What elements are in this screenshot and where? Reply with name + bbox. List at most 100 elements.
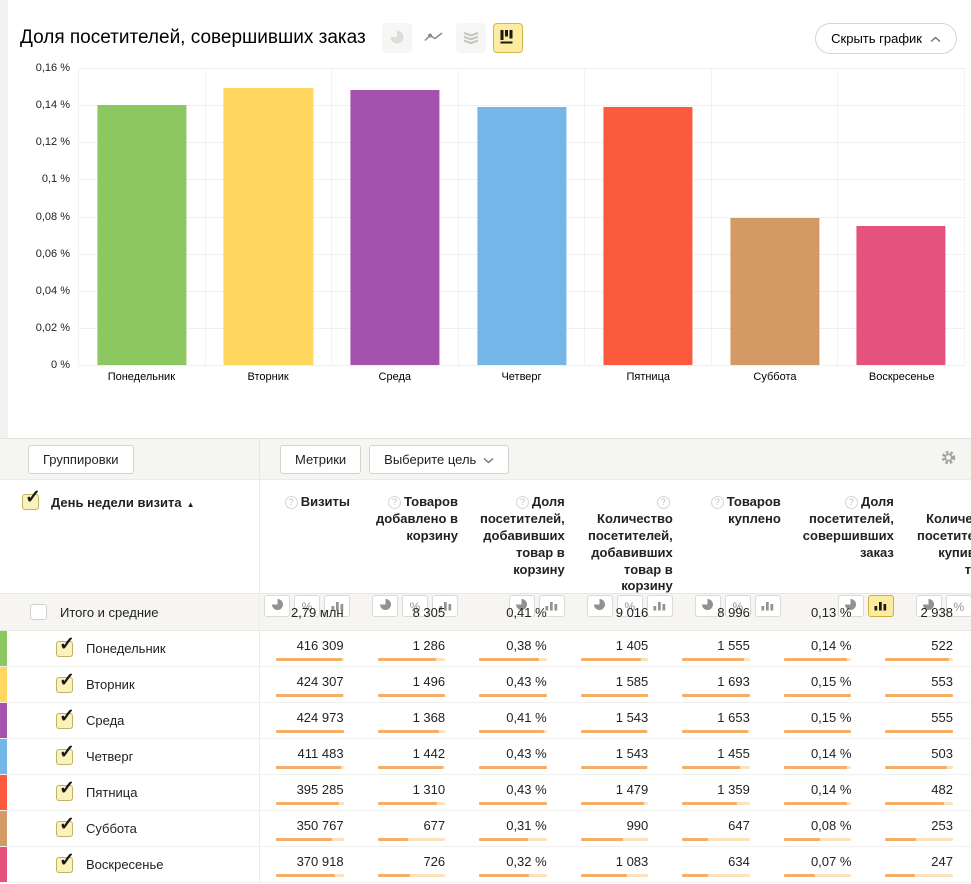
value-meter [784, 766, 852, 769]
value-meter [581, 874, 649, 877]
settings-button[interactable] [940, 449, 957, 469]
metric-value-cell: 253 [869, 811, 971, 846]
value-meter [378, 694, 446, 697]
value-meter [581, 802, 649, 805]
row-checkbox[interactable] [56, 641, 73, 657]
metric-value: 522 [931, 638, 953, 653]
row-label[interactable]: Вторник [86, 677, 135, 692]
row-checkbox[interactable] [56, 677, 73, 693]
chart-bar-7[interactable] [857, 226, 946, 365]
metric-label[interactable]: ?Доля посетителей, совершивших заказ [803, 494, 894, 562]
metric-label[interactable]: ?Количество посетителей, купивших товар [916, 494, 971, 578]
metric-value-cell: 482 [869, 775, 971, 810]
metric-label[interactable]: ?Товаров добавлено в корзину [372, 494, 458, 545]
chart-slot [205, 68, 332, 365]
metric-value: 0,31 % [506, 818, 546, 833]
row-label[interactable]: Среда [86, 713, 124, 728]
row-label-cell: Среда [0, 703, 260, 738]
line-chart-button[interactable] [419, 23, 449, 53]
chart-bar-4[interactable] [477, 107, 566, 365]
chart-bar-3[interactable] [350, 90, 439, 365]
chart-bar-5[interactable] [604, 107, 693, 365]
metric-value: 416 309 [297, 638, 344, 653]
table-toolbar: Группировки Метрики Выберите цель [0, 438, 971, 480]
metric-value: 0,38 % [506, 638, 546, 653]
metrics-button[interactable]: Метрики [280, 445, 361, 474]
metric-label[interactable]: ?Количество посетителей, добавивших това… [587, 494, 673, 595]
value-meter [885, 802, 953, 805]
help-icon[interactable]: ? [711, 496, 724, 509]
value-meter [276, 658, 344, 661]
row-label[interactable]: Четверг [86, 749, 133, 764]
dimension-header-label[interactable]: День недели визита▲ [51, 494, 195, 510]
metric-label[interactable]: ?Доля посетителей, добавивших товар в ко… [480, 494, 565, 578]
value-meter [784, 658, 852, 661]
help-icon[interactable]: ? [388, 496, 401, 509]
metric-value: 1 442 [413, 746, 446, 761]
table-row: Пятница395 2851 3100,43 %1 4791 3590,14 … [0, 775, 971, 811]
value-meter [682, 694, 750, 697]
metric-value: 1 368 [413, 710, 446, 725]
totals-label-cell: Итого и средние [0, 594, 260, 630]
metric-value: 634 [728, 854, 750, 869]
totals-value: 0,41 % [463, 605, 565, 620]
bar-chart-button[interactable] [493, 23, 523, 53]
metric-value-cell: 0,43 % [463, 739, 565, 774]
value-meter [682, 766, 750, 769]
page-title: Доля посетителей, совершивших заказ [20, 27, 366, 49]
value-meter [682, 874, 750, 877]
groupings-button[interactable]: Группировки [28, 445, 134, 474]
metric-value-cell: 990 [565, 811, 667, 846]
chart-card: Доля посетителей, совершивших заказ Скры… [0, 0, 971, 438]
row-checkbox[interactable] [56, 749, 73, 765]
metric-value: 503 [931, 746, 953, 761]
help-icon[interactable]: ? [285, 496, 298, 509]
row-color-stripe [0, 631, 7, 666]
help-icon[interactable]: ? [845, 496, 858, 509]
metric-value: 1 405 [616, 638, 649, 653]
row-label[interactable]: Пятница [86, 785, 137, 800]
metric-value: 677 [423, 818, 445, 833]
metric-value-cell: 370 918 [260, 847, 362, 882]
metric-value-cell: 1 442 [362, 739, 464, 774]
metric-value-cell: 0,15 % [768, 703, 870, 738]
value-meter [378, 730, 446, 733]
x-tick-label: Пятница [585, 371, 712, 383]
select-all-checkbox[interactable] [22, 494, 39, 510]
chart-bar-6[interactable] [730, 218, 819, 365]
metric-value: 424 973 [297, 710, 344, 725]
metric-value: 990 [627, 818, 649, 833]
row-checkbox[interactable] [56, 821, 73, 837]
row-label[interactable]: Суббота [86, 821, 137, 836]
chart-bar-1[interactable] [97, 105, 186, 365]
metric-label[interactable]: ?Товаров куплено [695, 494, 781, 528]
metric-label[interactable]: ?Визиты [285, 494, 350, 511]
stacked-chart-button[interactable] [456, 23, 486, 53]
stacked-chart-icon [463, 30, 479, 47]
totals-label: Итого и средние [60, 605, 158, 620]
value-meter [784, 838, 852, 841]
pie-chart-button[interactable] [382, 23, 412, 53]
help-icon[interactable]: ? [516, 496, 529, 509]
y-tick-label: 0,16 % [36, 62, 70, 74]
row-label[interactable]: Понедельник [86, 641, 166, 656]
row-checkbox[interactable] [56, 713, 73, 729]
row-label[interactable]: Воскресенье [86, 857, 163, 872]
chart-bar-2[interactable] [224, 88, 313, 365]
hide-chart-button[interactable]: Скрыть график [815, 23, 957, 54]
x-tick-label: Вторник [205, 371, 332, 383]
help-icon[interactable]: ? [657, 496, 670, 509]
row-checkbox[interactable] [56, 785, 73, 801]
totals-value: 2,79 млн [260, 605, 362, 620]
table-body: Понедельник416 3091 2860,38 %1 4051 5550… [0, 631, 971, 883]
row-color-stripe [0, 703, 7, 738]
value-meter [276, 874, 344, 877]
choose-goal-button[interactable]: Выберите цель [369, 445, 509, 474]
row-checkbox[interactable] [56, 857, 73, 873]
metric-value-cell: 0,43 % [463, 667, 565, 702]
value-meter [276, 766, 344, 769]
metric-value-cell: 1 359 [666, 775, 768, 810]
metric-value-cell: 416 309 [260, 631, 362, 666]
y-tick-label: 0,04 % [36, 285, 70, 297]
totals-checkbox[interactable] [30, 604, 47, 620]
